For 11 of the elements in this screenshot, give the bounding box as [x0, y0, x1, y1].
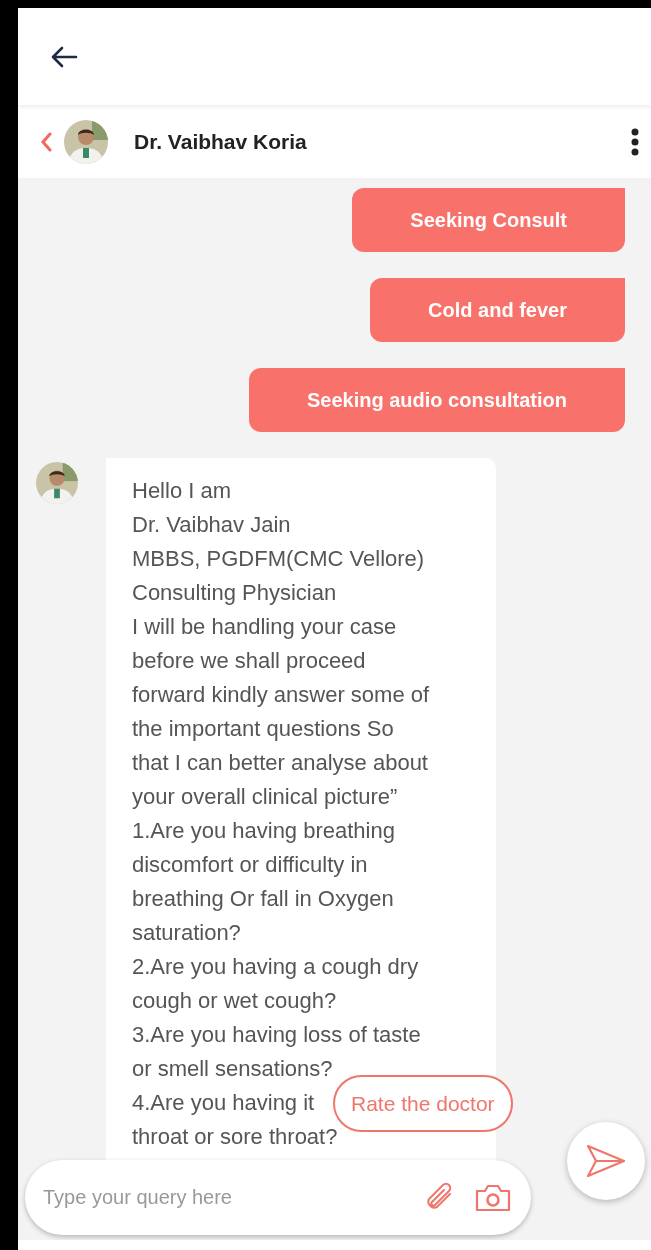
- send-button[interactable]: [567, 1122, 645, 1200]
- doctor-name: Dr. Vaibhav Koria: [134, 129, 308, 154]
- paper-plane-icon: [586, 1144, 626, 1178]
- more-options-icon[interactable]: [631, 127, 639, 156]
- chevron-left-icon[interactable]: [40, 131, 52, 152]
- sent-message: Cold and fever: [370, 278, 625, 342]
- sent-message: Seeking Consult: [352, 188, 625, 252]
- camera-icon[interactable]: [475, 1183, 511, 1212]
- back-arrow-icon[interactable]: [50, 45, 78, 68]
- query-input-field[interactable]: Type your query here: [41, 1185, 405, 1210]
- sent-message: Seeking audio consultation: [248, 368, 625, 432]
